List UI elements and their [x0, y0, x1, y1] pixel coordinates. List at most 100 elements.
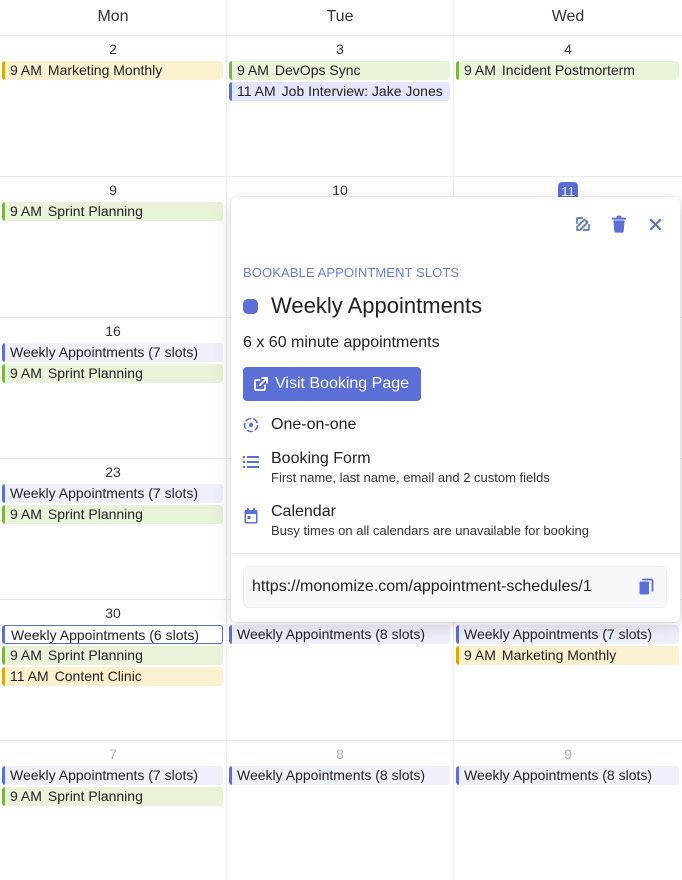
detail-desc: Busy times on all calendars are unavaila…	[271, 523, 589, 538]
delete-button[interactable]	[608, 213, 630, 235]
event-chip[interactable]: 11 AM Job Interview: Jake Jones	[229, 82, 450, 101]
week-row: 29 AM Marketing Monthly 3 9 AM DevOps Sync 11…	[0, 36, 682, 177]
appointment-slots-chip[interactable]: Weekly Appointments (8 slots)	[229, 625, 450, 644]
event-title: Weekly Appointments (7 slots)	[10, 485, 199, 501]
day-number[interactable]: 3	[227, 41, 453, 61]
event-title: Content Clinic	[54, 668, 142, 684]
weekday-mon: Mon	[0, 0, 227, 35]
event-title: Sprint Planning	[47, 788, 143, 804]
appointment-slots-chip[interactable]: Weekly Appointments (7 slots)	[2, 766, 223, 785]
day-cell[interactable]: 30 Weekly Appointments (6 slots) 9 AM Sprin…	[0, 600, 227, 740]
day-number[interactable]: 2	[0, 41, 226, 61]
event-time: 9 AM	[237, 62, 269, 78]
day-cell[interactable]: 23 Weekly Appointments (7 slots) 9 AM Sprin…	[0, 459, 227, 599]
weekday-wed: Wed	[551, 8, 585, 25]
event-title: Sprint Planning	[47, 647, 143, 663]
event-chip[interactable]: 9 AM Incident Postmorterm	[456, 61, 679, 80]
popover-title: Weekly Appointments	[271, 293, 483, 318]
weekday-header: Mon Tue Wed	[0, 0, 682, 36]
weekday-tue: Tue	[227, 0, 454, 35]
detail-main: One-on-one	[271, 416, 357, 433]
event-chip[interactable]: 9 AM Marketing Monthly	[2, 61, 223, 80]
event-time: 11 AM	[10, 668, 49, 684]
trash-icon	[611, 215, 627, 233]
visit-booking-page-label: Visit Booking Page	[275, 375, 410, 392]
event-chip[interactable]: 9 AM Sprint Planning	[2, 505, 223, 524]
event-chip[interactable]: 11 AM Content Clinic	[2, 667, 223, 686]
day-number[interactable]: 4	[454, 41, 682, 61]
popover-subtitle: 6 x 60 minute appointments	[243, 334, 440, 351]
one-on-one-icon	[243, 417, 259, 433]
event-chip[interactable]: 9 AM Marketing Monthly	[456, 646, 679, 665]
appointment-slots-chip[interactable]: Weekly Appointments (7 slots)	[2, 343, 223, 362]
event-chip[interactable]: 9 AM Sprint Planning	[2, 364, 223, 383]
popover-toolbar	[572, 213, 666, 235]
popover-kicker: BOOKABLE APPOINTMENT SLOTS	[243, 265, 460, 280]
visit-booking-page-button[interactable]: Visit Booking Page	[243, 367, 422, 401]
event-time: 9 AM	[10, 506, 42, 522]
day-cell[interactable]: 39 AM DevOps Sync 11 AM Job Interview: Jake…	[227, 36, 454, 176]
event-title: Job Interview: Jake Jones	[281, 83, 443, 99]
detail-desc: First name, last name, email and 2 custo…	[271, 470, 550, 485]
day-cell[interactable]: 9 Weekly Appointments (8 slots)	[454, 741, 682, 880]
appointment-slots-chip[interactable]: Weekly Appointments (8 slots)	[229, 766, 450, 785]
day-cell[interactable]: 99 AM Sprint Planning	[0, 177, 227, 317]
event-chip[interactable]: 9 AM Sprint Planning	[2, 202, 223, 221]
close-button[interactable]	[644, 213, 666, 235]
edit-icon	[576, 217, 590, 231]
popover-divider	[231, 553, 680, 554]
event-title: Sprint Planning	[47, 506, 143, 522]
event-time: 9 AM	[10, 203, 42, 219]
close-icon	[649, 218, 661, 230]
event-chip[interactable]: 9 AM DevOps Sync	[229, 61, 450, 80]
day-number[interactable]: 16	[0, 323, 226, 343]
copy-url-button[interactable]	[639, 578, 654, 600]
appointment-slots-chip[interactable]: Weekly Appointments (7 slots)	[456, 625, 679, 644]
booking-url-input[interactable]	[252, 578, 622, 596]
detail-one-on-one: One-on-one	[243, 415, 356, 435]
booking-url-field	[243, 566, 667, 608]
calendar-color-dot	[243, 298, 258, 314]
detail-calendar: Calendar Busy times on all calendars are…	[243, 502, 589, 540]
event-time: 9 AM	[10, 788, 42, 804]
copy-icon	[639, 578, 654, 595]
day-number[interactable]: 9	[0, 182, 226, 202]
day-number[interactable]: 8	[227, 746, 453, 766]
popover-title-row: Weekly Appointments	[243, 293, 482, 319]
appointment-slots-chip[interactable]: Weekly Appointments (6 slots)	[2, 625, 223, 644]
day-number[interactable]: 30	[0, 605, 226, 625]
event-chip[interactable]: 9 AM Sprint Planning	[2, 646, 223, 665]
event-chip[interactable]: 9 AM Sprint Planning	[2, 787, 223, 806]
event-title: Weekly Appointments (6 slots)	[11, 627, 200, 643]
event-time: 11 AM	[237, 83, 276, 99]
event-title: Sprint Planning	[47, 203, 143, 219]
day-cell[interactable]: 29 AM Marketing Monthly	[0, 36, 227, 176]
event-time: 9 AM	[464, 647, 496, 663]
edit-button[interactable]	[572, 213, 594, 235]
detail-booking-form: Booking Form First name, last name, emai…	[243, 449, 550, 487]
day-number[interactable]: 23	[0, 464, 226, 484]
event-title: Weekly Appointments (7 slots)	[10, 344, 199, 360]
appointment-slots-chip[interactable]: Weekly Appointments (7 slots)	[2, 484, 223, 503]
detail-main: Calendar	[271, 503, 336, 520]
day-cell[interactable]: 49 AM Incident Postmorterm	[454, 36, 682, 176]
event-title: Marketing Monthly	[501, 647, 617, 663]
event-title: DevOps Sync	[274, 62, 361, 78]
day-cell[interactable]: 8 Weekly Appointments (8 slots)	[227, 741, 454, 880]
day-number[interactable]: 9	[454, 746, 682, 766]
event-title: Weekly Appointments (8 slots)	[237, 626, 426, 642]
day-cell[interactable]: 16 Weekly Appointments (7 slots) 9 AM Sprin…	[0, 318, 227, 458]
event-popover: BOOKABLE APPOINTMENT SLOTS Weekly Appoin…	[231, 197, 680, 622]
event-time: 9 AM	[10, 647, 42, 663]
list-icon	[243, 456, 259, 468]
event-title: Weekly Appointments (7 slots)	[10, 767, 199, 783]
appointment-slots-chip[interactable]: Weekly Appointments (8 slots)	[456, 766, 679, 785]
event-title: Marketing Monthly	[47, 62, 163, 78]
event-title: Sprint Planning	[47, 365, 143, 381]
day-number[interactable]: 7	[0, 746, 226, 766]
event-time: 9 AM	[10, 62, 42, 78]
event-time: 9 AM	[10, 365, 42, 381]
event-time: 9 AM	[464, 62, 496, 78]
event-title: Weekly Appointments (8 slots)	[237, 767, 426, 783]
day-cell[interactable]: 7 Weekly Appointments (7 slots) 9 AM Sprint…	[0, 741, 227, 880]
